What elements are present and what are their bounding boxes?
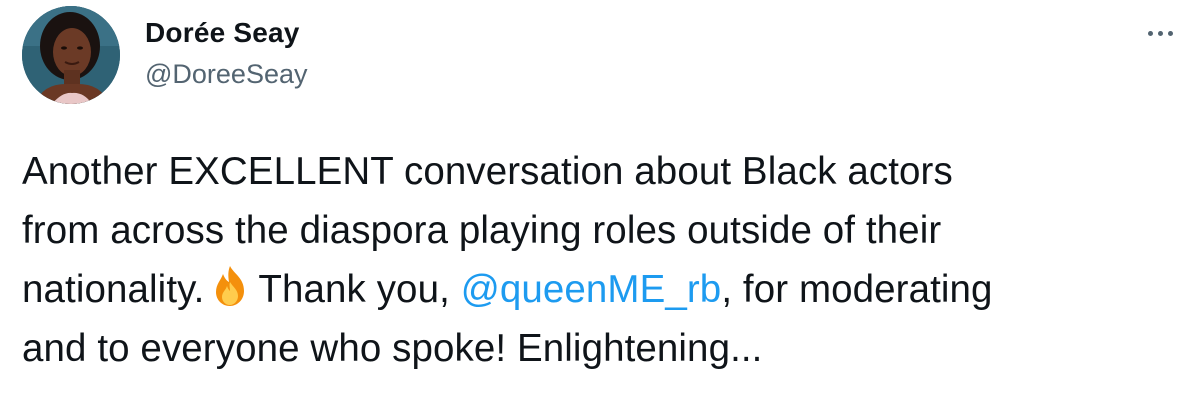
tweet-line-2: from across the diaspora playing roles o… (22, 209, 942, 252)
more-horizontal-icon (1147, 30, 1153, 36)
mention-link[interactable]: @queenME_rb (461, 268, 722, 311)
more-dot (1157, 30, 1163, 36)
tweet-line-4: and to everyone who spoke! Enlightening.… (22, 327, 763, 370)
tweet-text-segment: Thank you, (258, 268, 450, 311)
tweet-text-segment: nationality. (22, 268, 205, 311)
profile-photo-icon (22, 6, 120, 104)
tweet-body: Another EXCELLENT conversation about Bla… (22, 142, 1182, 378)
fire-emoji-icon (216, 266, 245, 306)
more-options-button[interactable] (1138, 18, 1182, 48)
more-dot (1167, 30, 1173, 36)
tweet-line-3: nationality. Thank you, @queenME_rb, for… (22, 260, 1182, 319)
tweet-line-1: Another EXCELLENT conversation about Bla… (22, 150, 953, 193)
tweet-text-segment: , for moderating (721, 268, 993, 311)
user-info: Dorée Seay @DoreeSeay (145, 16, 308, 92)
avatar[interactable] (22, 6, 120, 104)
author-handle[interactable]: @DoreeSeay (145, 56, 308, 92)
tweet-card: Dorée Seay @DoreeSeay Another EXCELLENT … (0, 0, 1200, 401)
author-display-name[interactable]: Dorée Seay (145, 16, 308, 50)
